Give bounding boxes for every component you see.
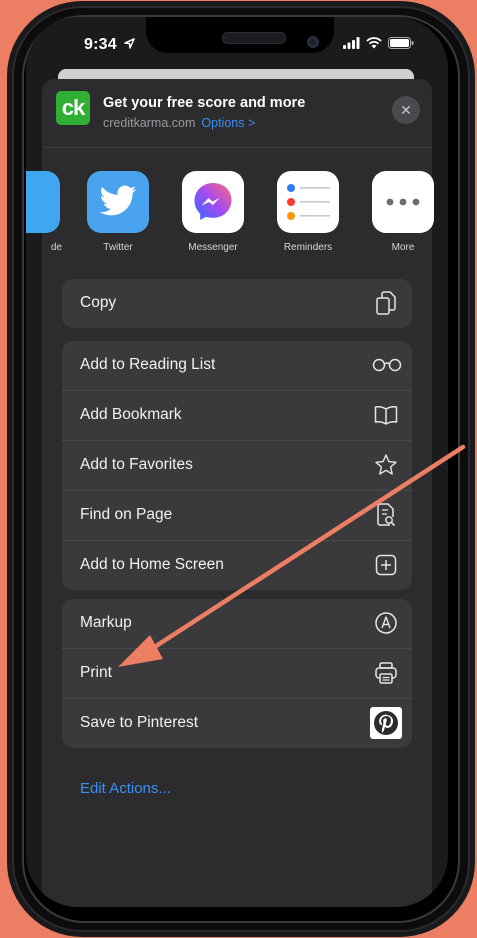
more-dots-icon [372,171,434,233]
app-twitter[interactable]: Twitter [75,171,161,253]
app-messenger[interactable]: Messenger [170,171,256,253]
action-find-on-page[interactable]: Find on Page [62,491,412,541]
cellular-signal-icon [343,37,360,49]
action-add-home-screen[interactable]: Add to Home Screen [62,541,412,590]
share-sheet: ck Get your free score and more creditka… [26,79,434,907]
copy-icon [374,291,398,315]
action-label: Copy [80,294,117,311]
app-reminders[interactable]: Reminders [265,171,351,253]
app-label: Reminders [283,242,333,253]
action-label: Find on Page [80,506,173,523]
front-camera [307,36,319,48]
status-time-text: 9:34 [84,36,117,53]
pinterest-icon [370,707,402,739]
reminders-icon [277,171,339,233]
battery-icon [388,37,414,49]
action-label: Add to Home Screen [80,556,224,573]
app-label: Messenger [188,242,238,253]
partial-app-icon [26,171,60,233]
location-arrow-icon [124,38,136,49]
status-indicators [343,37,414,49]
book-icon [374,403,398,427]
action-label: Add to Reading List [80,356,216,373]
app-row: de Twitter Messenger Reminders More [26,171,434,271]
close-button[interactable]: ✕ [392,96,420,124]
twitter-icon [87,171,149,233]
action-print[interactable]: Print [62,649,412,699]
share-domain: creditkarma.com [103,116,196,130]
options-link[interactable]: Options > [201,116,255,130]
action-label: Print [80,664,112,681]
close-icon: ✕ [400,101,412,118]
action-label: Markup [80,614,132,631]
action-label: Save to Pinterest [80,714,199,731]
action-add-bookmark[interactable]: Add Bookmark [62,391,412,441]
actions-group-copy: Copy [62,279,412,328]
action-reading-list[interactable]: Add to Reading List [62,341,412,391]
phone-screen: 9:34 ck Get your free score and more cre… [26,17,448,907]
messenger-icon [182,171,244,233]
action-label: Add to Favorites [80,456,193,473]
share-header: ck Get your free score and more creditka… [42,79,432,148]
action-label: Add Bookmark [80,406,182,423]
share-title: Get your free score and more [103,95,306,111]
glasses-icon [370,353,404,377]
speaker-grille [222,32,286,44]
action-copy[interactable]: Copy [62,279,412,328]
status-time: 9:34 [84,36,136,54]
app-label: de [50,242,62,253]
app-label: More [391,242,415,253]
find-doc-icon [374,503,398,527]
logo-text: ck [61,95,86,120]
actions-group-bookmarks: Add to Reading List Add Bookmark Add to … [62,341,412,590]
wifi-icon [366,37,382,49]
markup-icon [374,611,398,635]
action-add-favorites[interactable]: Add to Favorites [62,441,412,491]
printer-icon [374,661,398,685]
action-save-pinterest[interactable]: Save to Pinterest [62,699,412,748]
add-square-icon [374,553,398,577]
share-subtitle: creditkarma.com Options > [103,116,255,130]
action-markup[interactable]: Markup [62,599,412,649]
app-label: Twitter [103,242,133,253]
creditkarma-logo: ck [56,91,90,125]
app-more[interactable]: More [360,171,446,253]
star-icon [374,453,398,477]
app-partial[interactable]: de [26,171,72,253]
edit-actions-link[interactable]: Edit Actions... [80,780,171,797]
actions-group-other: Markup Print Save to Pinterest [62,599,412,748]
